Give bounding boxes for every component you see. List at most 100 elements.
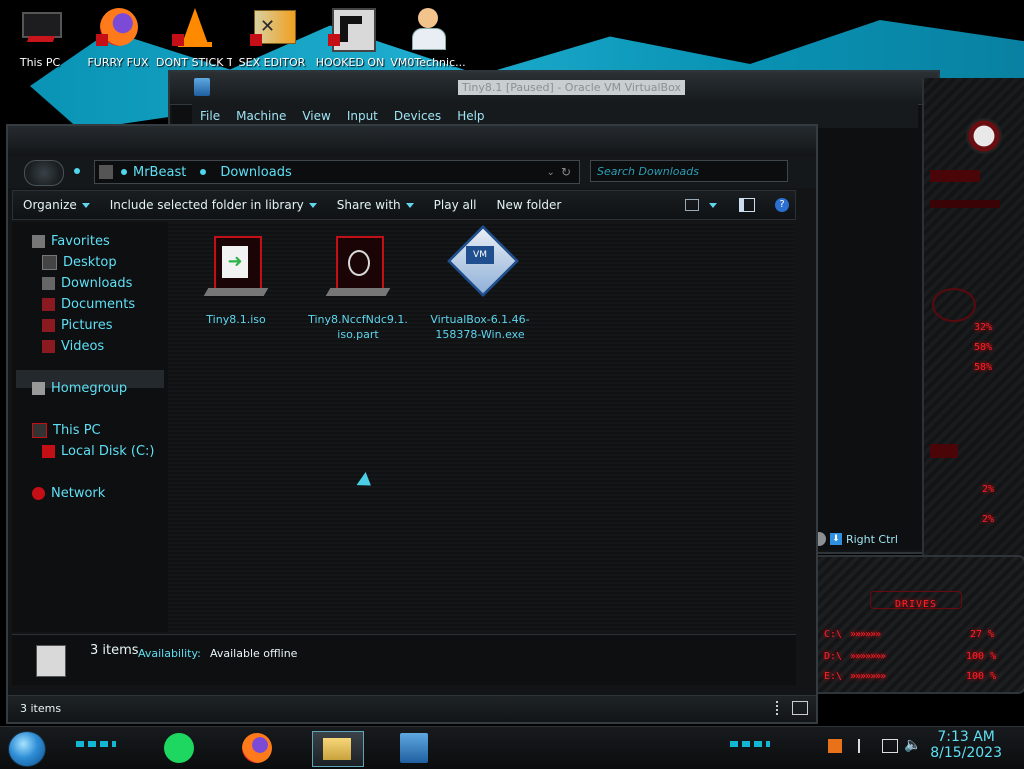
- new-folder-button[interactable]: New folder: [487, 198, 572, 212]
- file-list-pane[interactable]: ➜ Tiny8.1.iso Tiny8.NccfNdc9.1.iso.part …: [168, 222, 794, 632]
- refresh-icon[interactable]: ↻: [561, 165, 571, 179]
- address-bar[interactable]: MrBeast Downloads ⌄ ↻: [94, 160, 580, 184]
- desktop-icon: [42, 255, 57, 270]
- menu-view[interactable]: View: [294, 109, 338, 123]
- menu-input[interactable]: Input: [339, 109, 386, 123]
- alienware-file-icon: [325, 234, 391, 304]
- include-in-library-button[interactable]: Include selected folder in library: [100, 198, 327, 212]
- share-with-button[interactable]: Share with: [327, 198, 424, 212]
- alien-head-icon: [966, 118, 1002, 154]
- menu-machine[interactable]: Machine: [228, 109, 294, 123]
- taskbar-clock[interactable]: 7:13 AM 8/15/2023: [930, 729, 1002, 761]
- hex-editor-icon: ✕: [250, 6, 296, 50]
- drive-letter: D:\: [824, 651, 843, 662]
- chevron-down-icon: [81, 202, 90, 208]
- spotify-icon: [164, 733, 194, 763]
- help-icon[interactable]: ?: [775, 198, 789, 212]
- nav-this-pc[interactable]: This PC: [32, 423, 101, 438]
- explorer-titlebar[interactable]: [8, 126, 816, 154]
- memory-percent: 2%: [982, 514, 995, 525]
- system-monitor-gadget: 32% 58% 58% 2% 2%: [922, 78, 1024, 558]
- nav-local-disk[interactable]: Local Disk (C:): [42, 444, 154, 459]
- nav-label: This PC: [53, 423, 101, 438]
- computer-icon: [18, 6, 62, 50]
- host-key-arrow-icon: ⬇: [829, 533, 842, 545]
- nav-pictures[interactable]: Pictures: [42, 318, 112, 333]
- tray-app-icon[interactable]: [828, 739, 842, 753]
- taskbar-app-spotify[interactable]: [158, 731, 202, 765]
- desktop-icon-hxd[interactable]: ✕ SEX EDITOR: [234, 6, 310, 76]
- action-center-flag-icon[interactable]: [858, 739, 872, 753]
- taskbar-app-firefox[interactable]: [236, 731, 280, 765]
- drives-title: DRIVES: [894, 599, 938, 610]
- file-item-virtualbox-exe[interactable]: VM VirtualBox-6.1.46-158378-Win.exe: [430, 224, 530, 342]
- details-view-icon[interactable]: [776, 701, 782, 715]
- file-name: VirtualBox-6.1.46-158378-Win.exe: [430, 313, 530, 341]
- view-options-chevron-icon[interactable]: [709, 202, 717, 208]
- file-explorer-icon: [323, 738, 351, 760]
- nav-videos[interactable]: Videos: [42, 339, 104, 354]
- desktop-icon-vm0technic[interactable]: VM0Technic...: [390, 6, 466, 76]
- nav-favorites[interactable]: Favorites: [32, 234, 110, 249]
- memory-percent: 2%: [982, 484, 995, 495]
- recent-locations-icon[interactable]: [74, 168, 80, 174]
- search-input[interactable]: [590, 160, 788, 182]
- menu-devices[interactable]: Devices: [386, 109, 449, 123]
- homegroup-icon: [32, 382, 45, 395]
- drive-value: 27 %: [970, 629, 995, 640]
- cpu-percent: 32%: [974, 322, 993, 333]
- desktop-icon-firefox[interactable]: FURRY FUX: [80, 6, 156, 76]
- nav-network[interactable]: Network: [32, 486, 105, 501]
- details-pane: 3 items Availability: Available offline: [12, 634, 796, 685]
- organize-label: Organize: [23, 198, 77, 212]
- large-icons-view-icon[interactable]: [792, 701, 808, 715]
- drive-letter: C:\: [824, 629, 843, 640]
- nav-downloads[interactable]: Downloads: [42, 276, 132, 291]
- cpu-percent: 58%: [974, 362, 993, 373]
- desktop-icon-this-pc[interactable]: This PC: [2, 6, 78, 76]
- desktop-icon-label: HOOKED ON: [315, 56, 385, 69]
- file-name: Tiny8.NccfNdc9.1.iso.part: [308, 313, 408, 341]
- play-all-button[interactable]: Play all: [424, 198, 487, 212]
- drives-gadget: DRIVES C:\ »»»»»» 27 % D:\ »»»»»»» 100 %…: [808, 555, 1024, 694]
- organize-button[interactable]: Organize: [13, 198, 100, 212]
- nav-documents[interactable]: Documents: [42, 297, 135, 312]
- taskbar-app-virtualbox[interactable]: [394, 731, 438, 765]
- explorer-address-row: MrBeast Downloads ⌄ ↻: [8, 156, 816, 188]
- breadcrumb-mrbeast[interactable]: MrBeast: [133, 165, 186, 180]
- gadget-red-bar: [930, 170, 980, 182]
- desktop-icon-hooked-on[interactable]: HOOKED ON: [312, 6, 388, 76]
- network-icon[interactable]: [882, 739, 898, 753]
- share-label: Share with: [336, 198, 401, 212]
- back-button[interactable]: [24, 160, 64, 186]
- drive-value: 100 %: [966, 651, 997, 662]
- file-item-tiny-part[interactable]: Tiny8.NccfNdc9.1.iso.part: [308, 234, 408, 342]
- nav-desktop[interactable]: Desktop: [42, 255, 117, 270]
- breadcrumb-downloads[interactable]: Downloads: [220, 165, 291, 180]
- folder-thumbnail-icon: [36, 645, 66, 677]
- desktop-icon-vlc[interactable]: DONT STICK T: [156, 6, 232, 76]
- hard-drive-icon: [42, 445, 55, 458]
- file-item-tiny-iso[interactable]: ➜ Tiny8.1.iso: [186, 234, 286, 327]
- folder-icon: [99, 165, 113, 179]
- firefox-icon: [242, 733, 272, 763]
- virtualbox-installer-icon: VM: [447, 224, 519, 304]
- pictures-icon: [42, 319, 55, 332]
- address-dropdown-icon[interactable]: ⌄: [547, 167, 555, 178]
- menu-help[interactable]: Help: [449, 109, 492, 123]
- volume-icon[interactable]: 🔈: [904, 737, 921, 753]
- videos-icon: [42, 340, 55, 353]
- explorer-window[interactable]: MrBeast Downloads ⌄ ↻ Organize Include s…: [6, 124, 818, 724]
- preview-pane-icon[interactable]: [739, 198, 755, 212]
- menu-file[interactable]: File: [192, 109, 228, 123]
- nav-homegroup[interactable]: Homegroup: [32, 381, 127, 396]
- gadget-red-bar: [930, 444, 958, 458]
- start-button[interactable]: [8, 731, 46, 767]
- desktop-icon-label: This PC: [19, 56, 61, 69]
- view-icon[interactable]: [685, 199, 699, 211]
- vlc-cone-icon: [172, 6, 216, 50]
- status-bar: 3 items: [8, 695, 816, 722]
- technician-icon: [406, 6, 450, 50]
- virtualbox-titlebar[interactable]: Tiny8.1 [Paused] - Oracle VM VirtualBox: [170, 72, 938, 105]
- taskbar-app-explorer[interactable]: [312, 731, 364, 767]
